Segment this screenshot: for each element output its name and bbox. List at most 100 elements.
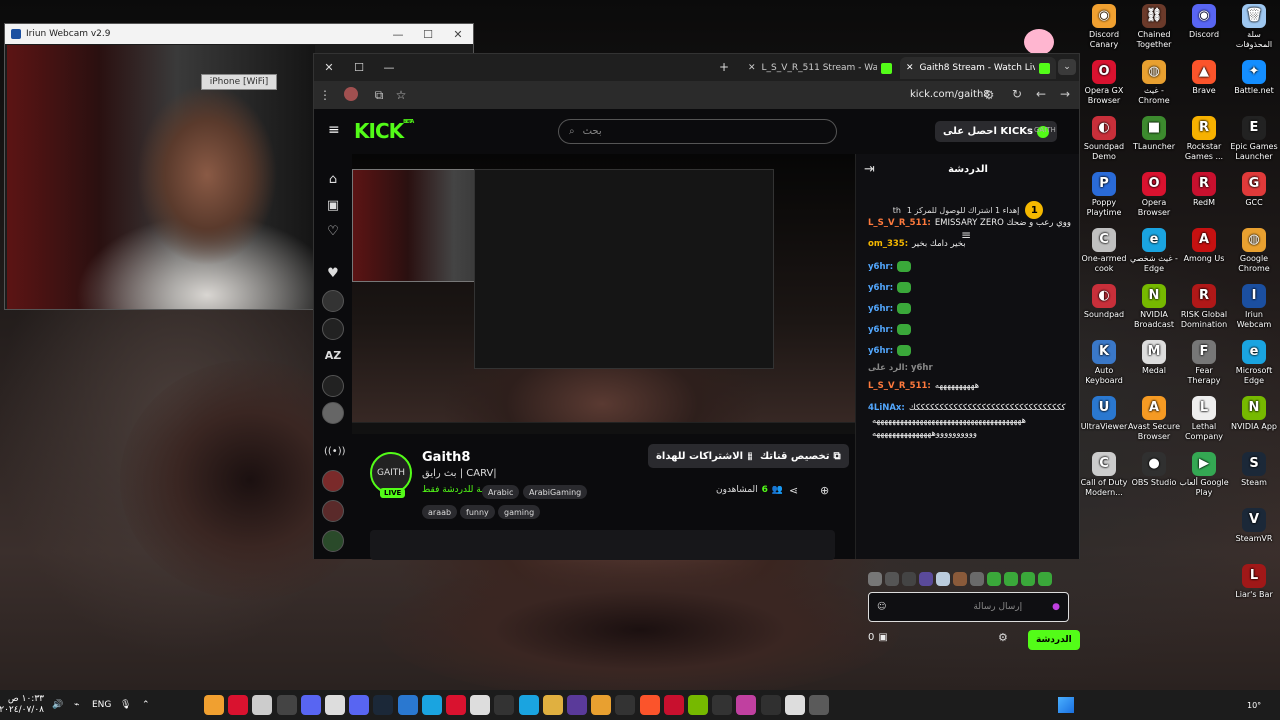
desktop-icon[interactable]: L Liar's Bar [1228, 564, 1280, 600]
gift-subscriptions-button[interactable]: الاشتراكات للهداة ▦ [648, 444, 765, 468]
forward-icon[interactable]: → [1054, 87, 1076, 101]
chat-username[interactable]: y6hr: [868, 262, 893, 272]
recommended-channel-avatar[interactable] [322, 530, 344, 552]
recommended-channel-avatar[interactable] [322, 470, 344, 492]
home-icon[interactable]: ⌂ [324, 172, 342, 190]
desktop-icon[interactable]: ◐ Soundpad [1078, 284, 1130, 320]
desktop-icon[interactable]: ◍ غيث - Chrome [1128, 60, 1180, 106]
taskbar-app-icon[interactable] [276, 695, 297, 715]
volume-icon[interactable]: 🔊 [52, 690, 63, 720]
taskbar-app-icon[interactable] [712, 695, 733, 715]
taskbar-app-icon[interactable] [373, 695, 394, 715]
language-indicator[interactable]: ENG [92, 690, 111, 720]
kicks-gift-icon[interactable]: ● [1052, 602, 1060, 612]
taskbar-app-icon[interactable] [349, 695, 370, 715]
player-controls[interactable] [352, 422, 855, 434]
chat-message[interactable]: y6hr: [868, 261, 1073, 272]
tab-lsvr[interactable]: ✕ L_S_V_R_511 Stream - Watch Li [742, 57, 898, 79]
chat-username[interactable]: y6hr: [868, 325, 893, 335]
emote-icon[interactable] [868, 572, 882, 586]
reload-icon[interactable]: ↻ [1006, 87, 1028, 101]
desktop-icon[interactable]: ◐ Soundpad Demo [1078, 116, 1130, 162]
emote-icon[interactable] [936, 572, 950, 586]
desktop-icon[interactable]: ⛓ Chained Together [1128, 4, 1180, 50]
chat-username[interactable]: 4LiNAx: [868, 403, 905, 413]
desktop-icon[interactable]: U UltraViewer [1078, 396, 1130, 432]
kicks-balance[interactable]: 0 ▣ [868, 632, 888, 643]
taskbar-app-icon[interactable] [615, 695, 636, 715]
followed-channel-avatar[interactable] [322, 318, 344, 340]
followed-channel-avatar[interactable] [322, 375, 344, 397]
desktop-icon[interactable]: E Epic Games Launcher [1228, 116, 1280, 162]
taskbar-app-icon[interactable] [494, 695, 515, 715]
desktop-icon[interactable]: ◉ Discord Canary [1078, 4, 1130, 50]
kick-logo[interactable]: KICKBETA [354, 119, 414, 143]
emoji-picker-icon[interactable]: ☺ [877, 602, 886, 612]
desktop-icon[interactable]: C Call of Duty Modern... [1078, 452, 1130, 498]
share-icon[interactable]: ⋖ [789, 484, 798, 497]
desktop-icon[interactable]: e Microsoft Edge [1228, 340, 1280, 386]
start-button-icon[interactable] [1058, 690, 1074, 720]
taskbar-app-icon[interactable] [300, 695, 321, 715]
tag-gaming[interactable]: gaming [498, 505, 541, 519]
taskbar-app-icon[interactable] [542, 695, 563, 715]
close-button[interactable]: ✕ [443, 28, 473, 41]
desktop-icon[interactable]: L Lethal Company [1178, 396, 1230, 442]
desktop-icon[interactable]: I Iriun Webcam [1228, 284, 1280, 330]
tab-close-icon[interactable]: ✕ [748, 63, 756, 73]
desktop-icon[interactable]: M Medal [1128, 340, 1180, 376]
followed-channel-avatar[interactable] [322, 290, 344, 312]
desktop-icon[interactable]: ▲ Brave [1178, 60, 1230, 96]
desktop-icon[interactable]: ◉ Discord [1178, 4, 1230, 40]
desktop-icon[interactable]: R Rockstar Games ... [1178, 116, 1230, 162]
chat-message[interactable]: y6hr: [868, 282, 1073, 293]
taskbar-app-icon[interactable] [397, 695, 418, 715]
chat-username[interactable]: L_S_V_R_511: [868, 218, 931, 228]
live-radio-icon[interactable]: ((•)) [324, 446, 346, 464]
emote-icon[interactable] [987, 572, 1001, 586]
desktop-icon[interactable]: G GCC [1228, 172, 1280, 208]
followed-channel-avatar[interactable] [322, 402, 344, 424]
desktop-icon[interactable]: e غيث شخصي - Edge [1128, 228, 1180, 274]
desktop-character-icon[interactable] [1024, 29, 1054, 55]
search-input[interactable]: ⌕ بحث [558, 119, 837, 144]
following-heart-icon[interactable]: ♡ [324, 224, 342, 242]
maximize-window-button[interactable]: ☐ [344, 61, 374, 74]
maximize-button[interactable]: ☐ [413, 28, 443, 41]
desktop-icon[interactable]: S Steam [1228, 452, 1280, 488]
taskbar-app-icon[interactable] [809, 695, 829, 715]
desktop-icon[interactable]: C One-armed cook [1078, 228, 1130, 274]
desktop-icon[interactable]: A Avast Secure Browser [1128, 396, 1180, 442]
desktop-icon[interactable]: F Fear Therapy [1178, 340, 1230, 386]
video-player[interactable] [352, 154, 855, 434]
user-menu[interactable]: GAITH [1034, 126, 1056, 134]
tab-close-icon[interactable]: ✕ [906, 63, 914, 73]
desktop-icon[interactable]: V SteamVR [1228, 508, 1280, 544]
webcam-titlebar[interactable]: Iriun Webcam v2.9 — ☐ ✕ [5, 24, 473, 44]
chat-username[interactable]: الرد على: y6hr [868, 363, 933, 373]
emote-icon[interactable] [1021, 572, 1035, 586]
emote-icon[interactable] [970, 572, 984, 586]
chat-message-input[interactable]: ☺ إرسال رسالة ● [868, 592, 1069, 622]
chat-username[interactable]: om_335: [868, 239, 908, 249]
microphone-icon[interactable]: 🎙 [120, 690, 131, 720]
taskbar-app-icon[interactable] [228, 695, 249, 715]
chat-message[interactable]: ووووووووووهههههههههههههههه [868, 429, 1073, 439]
chat-message[interactable]: ههههههههههههههههههههههههههههههههههههههه [868, 416, 1073, 426]
streamer-name[interactable]: Gaith8 [422, 450, 470, 465]
weather-widget[interactable]: 10° [1247, 690, 1261, 720]
taskbar-app-icon[interactable] [325, 695, 345, 715]
close-window-button[interactable]: ✕ [314, 61, 344, 74]
site-settings-icon[interactable]: ⚙ [978, 88, 1000, 102]
chat-message[interactable]: L_S_V_R_511: EMISSARY ZERO ووي رعب و ضحك [868, 218, 1073, 228]
tray-overflow-chevron-icon[interactable]: ⌃ [142, 690, 150, 720]
emote-icon[interactable] [885, 572, 899, 586]
taskbar-app-icon[interactable] [736, 695, 757, 715]
new-tab-button[interactable]: + [719, 60, 729, 74]
taskbar-app-icon[interactable] [784, 695, 805, 715]
chat-message[interactable]: y6hr: [868, 303, 1073, 314]
device-select[interactable]: iPhone [WiFi] [201, 74, 277, 90]
desktop-icon[interactable]: N NVIDIA App [1228, 396, 1280, 432]
browser-window[interactable]: ✕ ☐ — + ✕ L_S_V_R_511 Stream - Watch Li … [313, 53, 1080, 650]
chat-message[interactable]: الرد على: y6hr [868, 363, 1073, 373]
